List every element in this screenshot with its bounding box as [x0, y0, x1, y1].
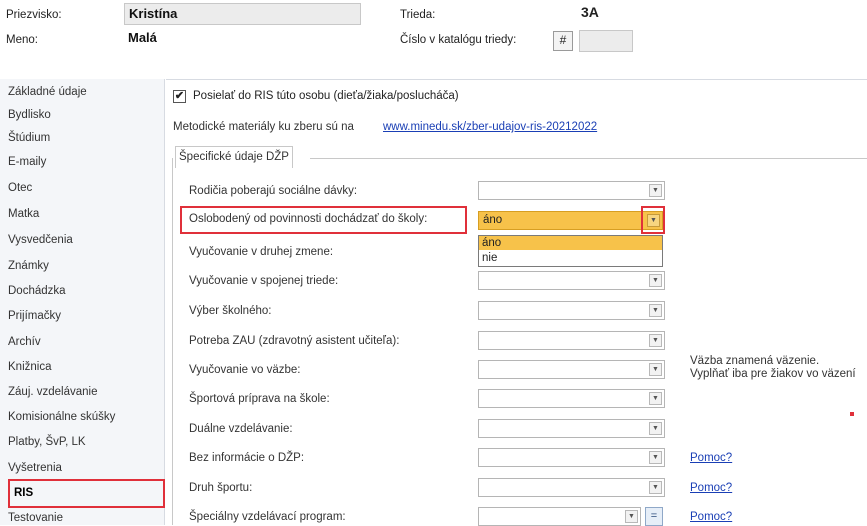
sidebar-item-testovanie[interactable]: Testovanie [8, 512, 63, 524]
exempt-label-highlight-box [180, 206, 467, 234]
sidebar-item-archiv[interactable]: Archív [8, 336, 41, 348]
combo-exempt-attendance[interactable]: áno ▼ [478, 211, 663, 230]
sidebar-item-studium[interactable]: Štúdium [8, 132, 50, 144]
sidebar-item-vysvedcenia[interactable]: Vysvedčenia [8, 234, 73, 246]
row-label-zau: Potreba ZAU (zdravotný asistent učiteľa)… [189, 335, 400, 347]
firstname-field[interactable]: Malá [124, 28, 361, 50]
send-to-ris-checkbox[interactable]: ✔ [173, 90, 186, 103]
person-header: Priezvisko: Kristína Meno: Malá Trieda: … [0, 0, 867, 79]
chevron-down-icon: ▼ [649, 184, 662, 197]
red-marker [850, 412, 854, 416]
combo-special-program[interactable]: ▼ [478, 507, 641, 526]
catalog-number-label: Číslo v katalógu triedy: [400, 34, 517, 46]
help-link-no-dzp-info[interactable]: Pomoc? [690, 452, 732, 464]
custody-note-line2: Vyplňať iba pre žiakov vo väzení [690, 368, 856, 380]
row-label-sport-type: Druh športu: [189, 482, 253, 494]
row-label-social-benefits: Rodičia poberajú sociálne dávky: [189, 185, 358, 197]
sidebar-item-znamky[interactable]: Známky [8, 260, 49, 272]
section-frame-left [172, 158, 173, 525]
sidebar-item-vysetrenia[interactable]: Vyšetrenia [8, 462, 62, 474]
exempt-dropdown-list: áno nie [478, 235, 663, 267]
chevron-down-icon: ▼ [649, 451, 662, 464]
catalog-number-button[interactable]: # [553, 31, 573, 51]
ris-highlight-box [8, 479, 165, 508]
custody-note-line1: Väzba znamená väzenie. [690, 355, 820, 367]
sidebar-item-zakladne-udaje[interactable]: Základné údaje [8, 86, 87, 98]
row-label-tuition: Výber školného: [189, 305, 272, 317]
class-value: 3A [581, 4, 599, 20]
row-label-special-program: Špeciálny vzdelávací program: [189, 511, 346, 523]
combo-no-dzp-info[interactable]: ▼ [478, 448, 665, 467]
help-link-sport-type[interactable]: Pomoc? [690, 482, 732, 494]
sidebar-item-platby[interactable]: Platby, ŠvP, LK [8, 436, 86, 448]
combo-social-benefits[interactable]: ▼ [478, 181, 665, 200]
chevron-down-icon: ▼ [625, 510, 638, 523]
combo-combined-class[interactable]: ▼ [478, 271, 665, 290]
chevron-down-icon: ▼ [649, 334, 662, 347]
chevron-down-icon: ▼ [649, 481, 662, 494]
chevron-down-icon: ▼ [649, 274, 662, 287]
section-title: Špecifické údaje DŽP [175, 146, 293, 168]
surname-label: Priezvisko: [6, 9, 62, 21]
sidebar-item-otec[interactable]: Otec [8, 182, 32, 194]
row-label-dual-education: Duálne vzdelávanie: [189, 423, 293, 435]
special-program-equals-button[interactable]: = [645, 507, 663, 526]
chevron-down-icon: ▼ [649, 392, 662, 405]
combo-zau[interactable]: ▼ [478, 331, 665, 350]
dropdown-option-nie[interactable]: nie [479, 251, 662, 265]
chevron-down-icon: ▼ [649, 363, 662, 376]
send-to-ris-label: Posielať do RIS túto osobu (dieťa/žiaka/… [193, 90, 459, 102]
sidebar-item-kniznica[interactable]: Knižnica [8, 361, 51, 373]
sidebar-item-bydlisko[interactable]: Bydlisko [8, 109, 51, 121]
combo-tuition[interactable]: ▼ [478, 301, 665, 320]
materials-link[interactable]: www.minedu.sk/zber-udajov-ris-20212022 [383, 121, 597, 133]
combo-sport-prep[interactable]: ▼ [478, 389, 665, 408]
sidebar-item-komisionalne-skusky[interactable]: Komisionálne skúšky [8, 411, 115, 423]
catalog-number-field[interactable] [579, 30, 633, 52]
firstname-label: Meno: [6, 34, 38, 46]
section-frame-top [310, 158, 867, 159]
combo-custody[interactable]: ▼ [478, 360, 665, 379]
row-label-second-shift: Vyučovanie v druhej zmene: [189, 246, 334, 258]
row-label-no-dzp-info: Bez informácie o DŽP: [189, 452, 305, 464]
chevron-down-icon: ▼ [649, 304, 662, 317]
combo-dual-education[interactable]: ▼ [478, 419, 665, 438]
sidebar: Základné údaje Bydlisko Štúdium E-maily … [0, 79, 165, 525]
combo-exempt-value: áno [483, 214, 503, 226]
sidebar-item-prijimacky[interactable]: Prijímačky [8, 310, 61, 322]
help-link-special-program[interactable]: Pomoc? [690, 511, 732, 523]
exempt-arrow-highlight-box [641, 206, 665, 234]
sidebar-item-emaily[interactable]: E-maily [8, 156, 46, 168]
row-label-custody: Vyučovanie vo väzbe: [189, 364, 301, 376]
materials-text: Metodické materiály ku zberu sú na [173, 121, 354, 133]
row-label-combined-class: Vyučovanie v spojenej triede: [189, 275, 339, 287]
sidebar-item-dochadzka[interactable]: Dochádzka [8, 285, 66, 297]
sidebar-item-zaujmove-vzdelavanie[interactable]: Záuj. vzdelávanie [8, 386, 98, 398]
chevron-down-icon: ▼ [649, 422, 662, 435]
dropdown-option-ano[interactable]: áno [479, 236, 662, 250]
combo-sport-type[interactable]: ▼ [478, 478, 665, 497]
sidebar-item-matka[interactable]: Matka [8, 208, 39, 220]
class-label: Trieda: [400, 9, 436, 21]
surname-field[interactable]: Kristína [124, 3, 361, 25]
row-label-sport-prep: Športová príprava na škole: [189, 393, 330, 405]
